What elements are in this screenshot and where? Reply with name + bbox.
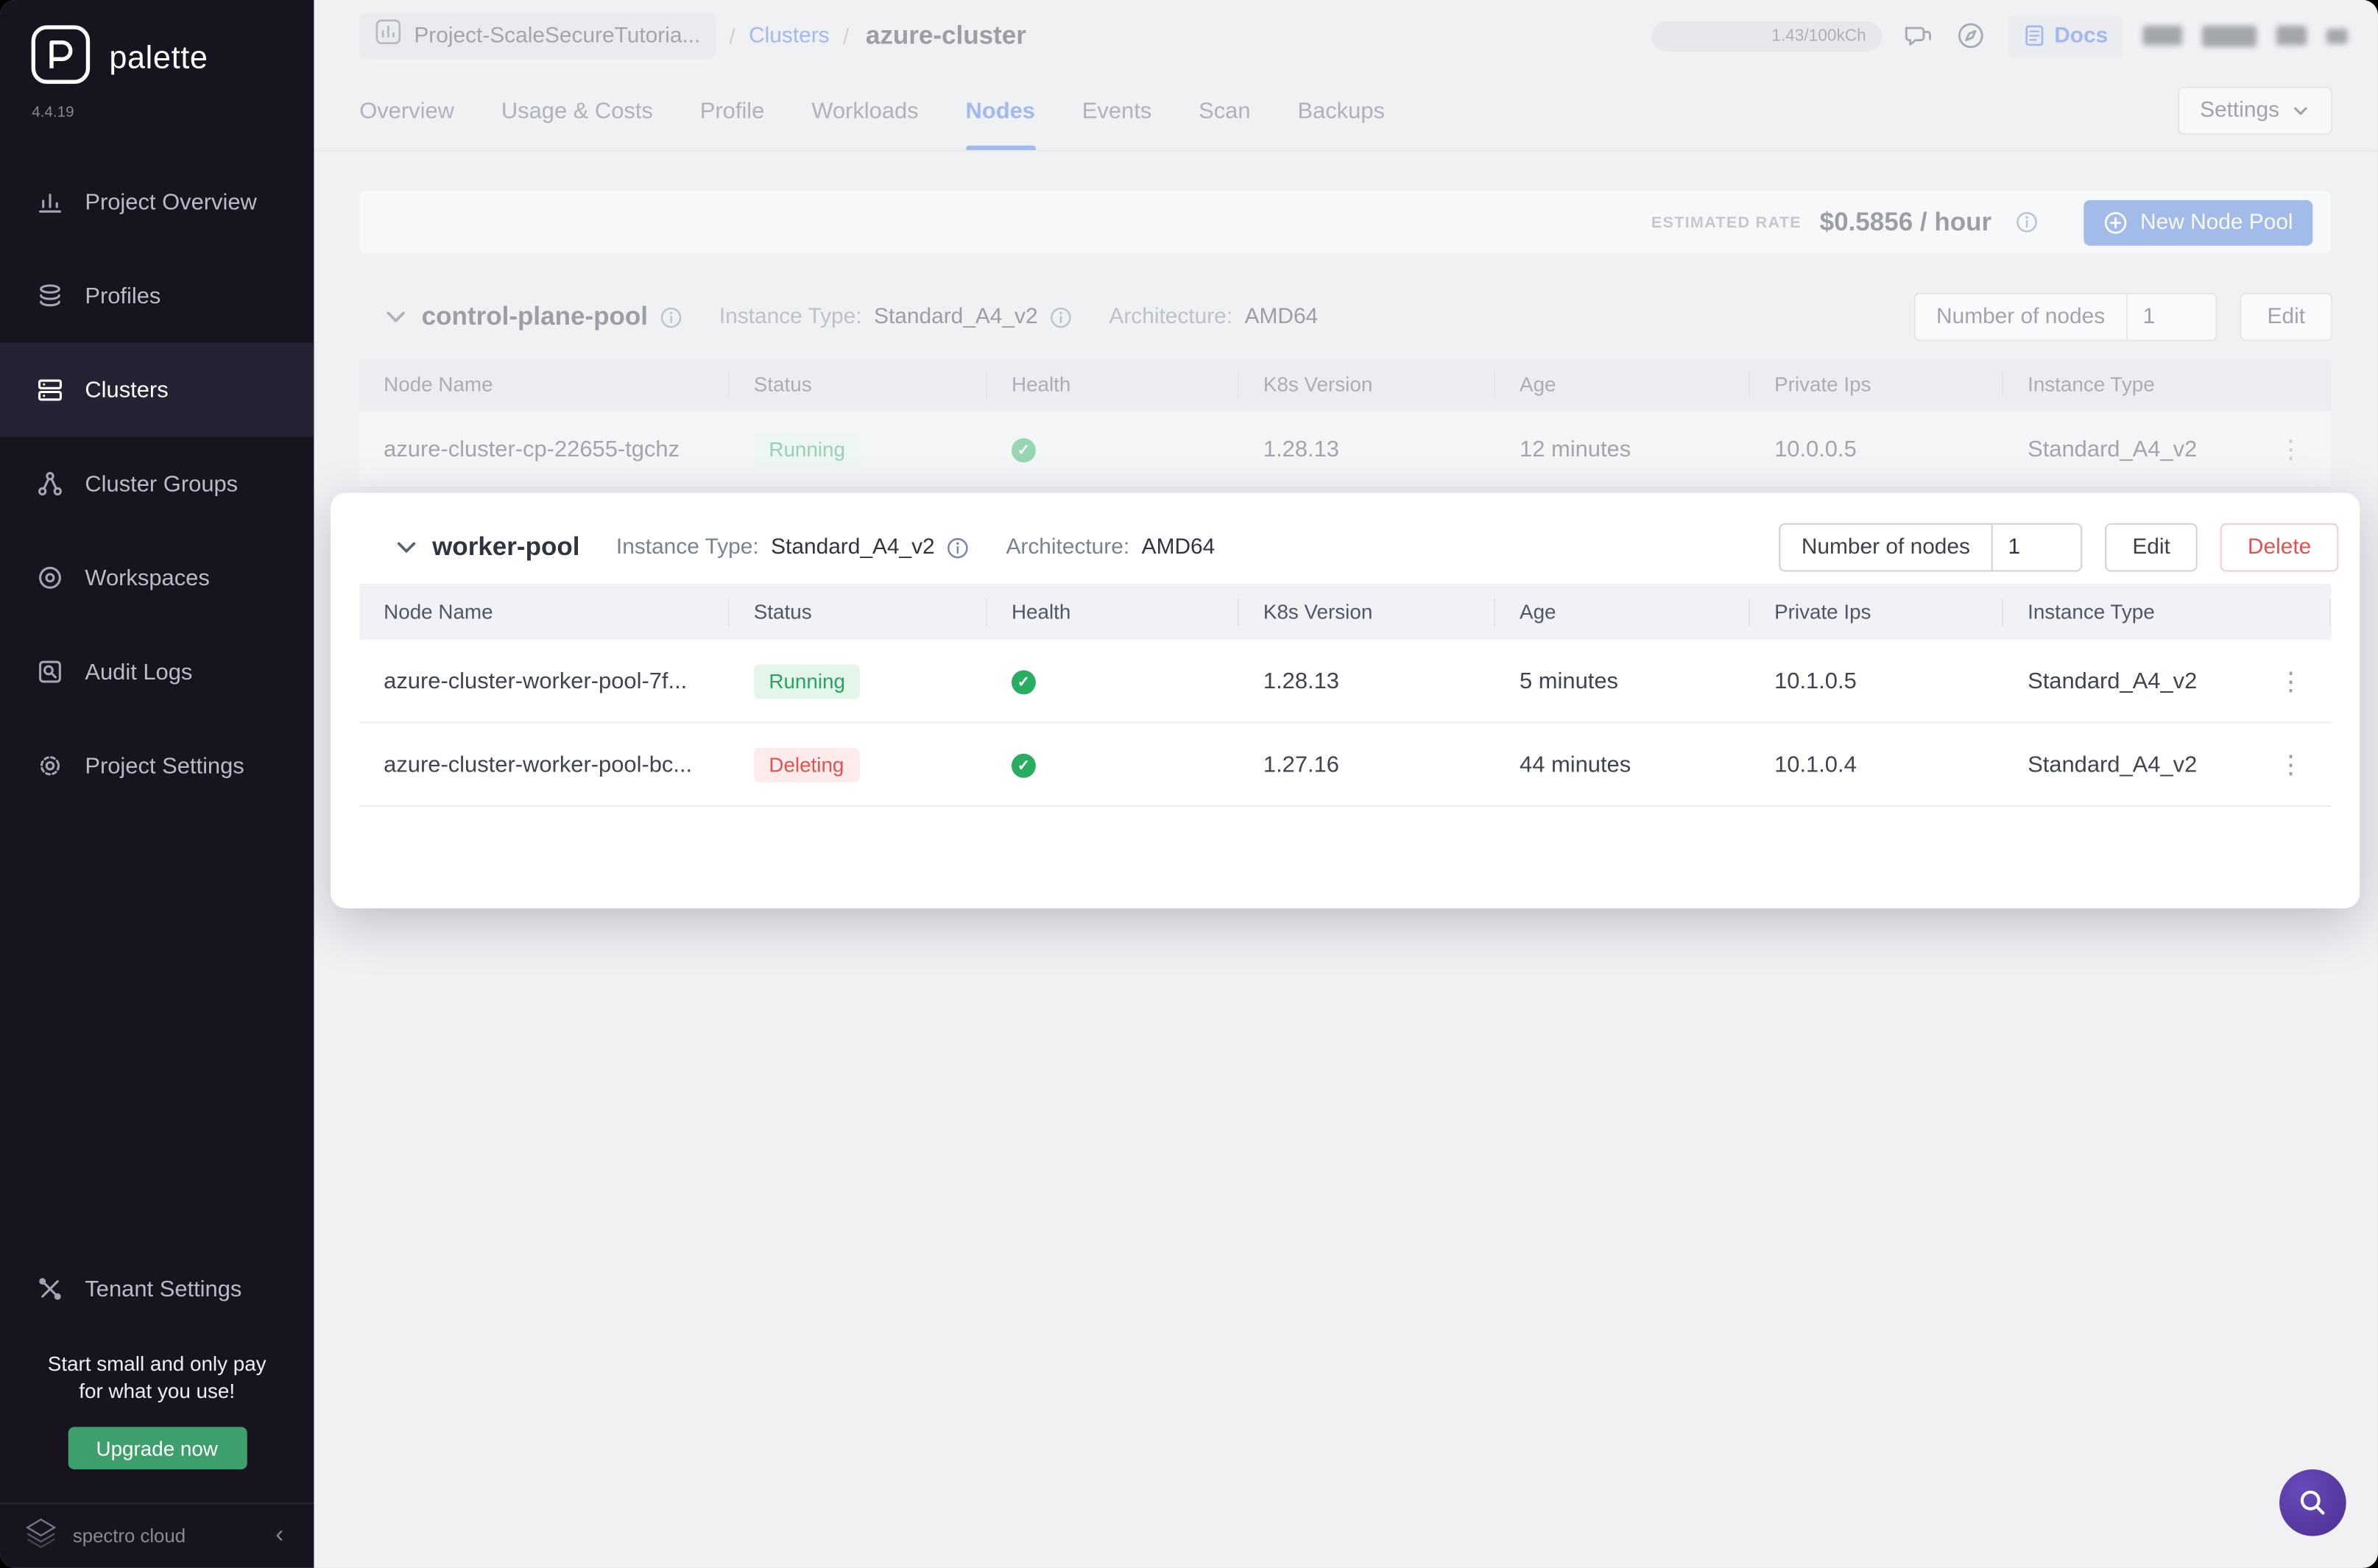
sidebar-item-label: Clusters — [85, 376, 169, 403]
sidebar-item-cluster-groups[interactable]: Cluster Groups — [0, 437, 314, 531]
sidebar-item-label: Tenant Settings — [85, 1276, 242, 1302]
number-of-nodes-control: Number of nodes — [1778, 523, 2083, 572]
sidebar-footer: spectro cloud ‹ — [0, 1502, 314, 1568]
collapse-pool-chevron-icon[interactable] — [395, 535, 419, 559]
layers-icon — [36, 282, 63, 309]
help-search-fab[interactable] — [2279, 1469, 2346, 1536]
promo-line-1: Start small and only pay — [47, 1352, 267, 1376]
column-header: Instance Type — [2003, 598, 2332, 626]
sidebar-item-label: Workspaces — [85, 565, 210, 591]
sidebar-item-workspaces[interactable]: Workspaces — [0, 531, 314, 625]
column-header: Age — [1495, 598, 1751, 626]
pool-name: worker-pool — [432, 532, 580, 562]
sidebar-nav: Project Overview Profiles Clusters Clust… — [0, 155, 314, 813]
chart-icon — [36, 188, 63, 215]
collapse-sidebar-chevron-icon[interactable]: ‹ — [267, 1519, 293, 1553]
edit-pool-button[interactable]: Edit — [2105, 523, 2198, 572]
node-name-cell: azure-cluster-worker-pool-bc... — [384, 751, 693, 777]
status-badge: Deleting — [753, 746, 859, 782]
sidebar-item-label: Project Overview — [85, 188, 257, 215]
column-header: K8s Version — [1239, 598, 1496, 626]
promo-line-2: for what you use! — [79, 1380, 236, 1403]
spectro-cloud-logo-icon — [21, 1513, 61, 1560]
sidebar-item-project-overview[interactable]: Project Overview — [0, 155, 314, 249]
age-cell: 44 minutes — [1520, 751, 1631, 777]
audit-magnifier-icon — [36, 658, 63, 685]
brand-name: palette — [109, 40, 208, 75]
sidebar-item-project-settings[interactable]: Project Settings — [0, 718, 314, 813]
delete-pool-button[interactable]: Delete — [2220, 523, 2339, 572]
architecture-label: Architecture: — [1006, 535, 1130, 560]
sidebar-item-profiles[interactable]: Profiles — [0, 249, 314, 343]
main-area: Project-ScaleSecureTutoria... / Clusters… — [314, 0, 2378, 1568]
app-version: 4.4.19 — [32, 105, 74, 121]
app-window: palette 4.4.19 Project Overview Profiles… — [0, 0, 2378, 1568]
instance-type-cell: Standard_A4_v2 ⋮ — [2003, 665, 2331, 696]
network-icon — [36, 470, 63, 498]
pool-section-worker-pool: worker-pool Instance Type: Standard_A4_v… — [331, 492, 2360, 908]
health-check-icon: ✓ — [1011, 754, 1036, 779]
sidebar-item-audit-logs[interactable]: Audit Logs — [0, 625, 314, 719]
status-badge: Running — [753, 663, 861, 699]
table-row: azure-cluster-worker-pool-7f... Running … — [359, 640, 2332, 724]
footer-brand-text: spectro cloud — [72, 1525, 186, 1547]
target-icon — [36, 564, 63, 591]
promo-text: Start small and only pay for what you us… — [0, 1351, 314, 1405]
health-cell: ✓ — [987, 750, 1239, 779]
pool-controls: Number of nodes Edit Delete — [1778, 523, 2339, 572]
upgrade-button[interactable]: Upgrade now — [67, 1427, 247, 1470]
health-check-icon: ✓ — [1011, 670, 1036, 695]
k8s-version-cell: 1.28.13 — [1263, 668, 1339, 694]
column-header: Status — [730, 598, 987, 626]
table-row: azure-cluster-worker-pool-bc... Deleting… — [359, 723, 2332, 807]
sidebar-item-label: Project Settings — [85, 752, 244, 779]
status-cell: Running — [730, 663, 987, 699]
column-header: Health — [987, 598, 1239, 626]
status-cell: Deleting — [730, 746, 987, 782]
architecture-value: AMD64 — [1141, 535, 1216, 560]
sidebar-item-label: Audit Logs — [85, 659, 193, 685]
clusters-icon — [36, 376, 63, 403]
search-icon — [2300, 1490, 2325, 1515]
health-cell: ✓ — [987, 667, 1239, 695]
tools-icon — [36, 1275, 63, 1302]
sidebar-item-label: Cluster Groups — [85, 470, 239, 497]
private-ip-cell: 10.1.0.4 — [1774, 751, 1857, 777]
table-header-row: Node Name Status Health K8s Version Age … — [359, 584, 2332, 640]
row-actions-kebab-icon[interactable]: ⋮ — [2272, 749, 2310, 780]
age-cell: 5 minutes — [1520, 668, 1619, 694]
info-icon[interactable] — [947, 536, 970, 559]
sidebar-item-tenant-settings[interactable]: Tenant Settings — [0, 1251, 314, 1327]
instance-type-text: Standard_A4_v2 — [2028, 751, 2198, 777]
gear-icon — [36, 752, 63, 780]
column-header: Private Ips — [1750, 598, 2004, 626]
sidebar: palette 4.4.19 Project Overview Profiles… — [0, 0, 314, 1568]
instance-type-cell: Standard_A4_v2 ⋮ — [2003, 749, 2331, 780]
k8s-version-cell: 1.27.16 — [1263, 751, 1339, 777]
number-of-nodes-label: Number of nodes — [1801, 535, 1970, 560]
instance-type-value: Standard_A4_v2 — [771, 535, 935, 560]
instance-type-label: Instance Type: — [615, 535, 759, 560]
brand-row: palette — [0, 0, 314, 93]
column-header: Node Name — [359, 598, 730, 626]
sidebar-item-label: Profiles — [85, 283, 161, 309]
sidebar-bottom: Tenant Settings Start small and only pay… — [0, 1251, 314, 1568]
nodes-table: Node Name Status Health K8s Version Age … — [359, 584, 2332, 807]
instance-type-text: Standard_A4_v2 — [2028, 668, 2198, 694]
palette-logo-icon — [30, 24, 91, 93]
row-actions-kebab-icon[interactable]: ⋮ — [2272, 665, 2310, 696]
number-of-nodes-input[interactable] — [1991, 524, 2081, 571]
pool-header: worker-pool Instance Type: Standard_A4_v… — [331, 511, 2360, 584]
private-ip-cell: 10.1.0.5 — [1774, 668, 1857, 694]
sidebar-item-clusters[interactable]: Clusters — [0, 342, 314, 437]
node-name-cell: azure-cluster-worker-pool-7f... — [384, 668, 688, 694]
